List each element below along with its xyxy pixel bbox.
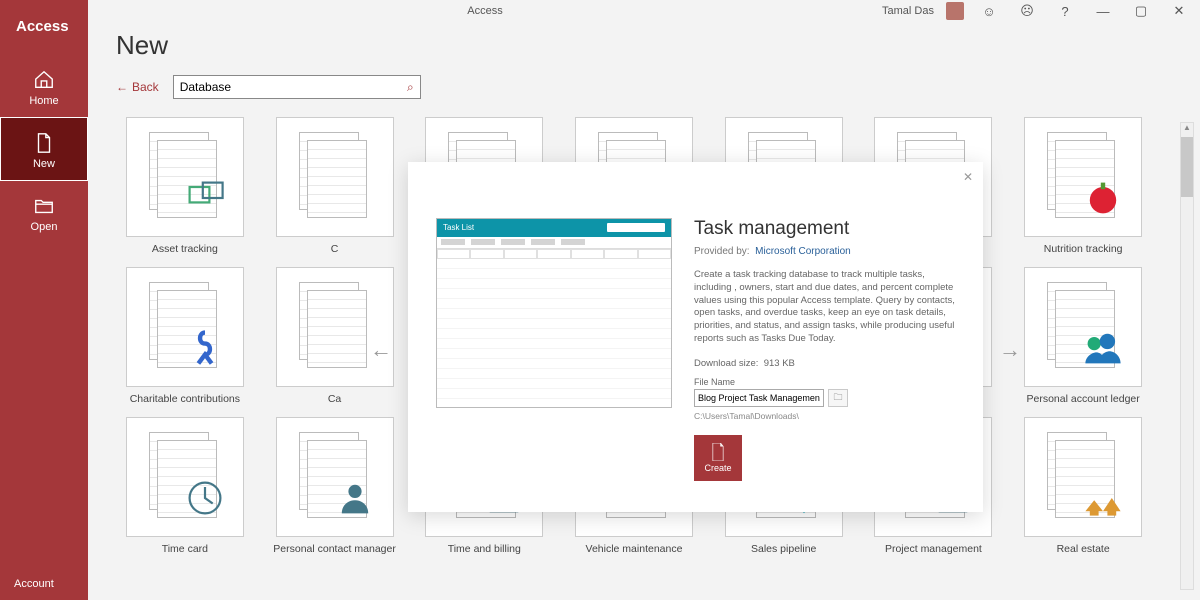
modal-close-button[interactable]: ✕ xyxy=(963,170,973,184)
sidebar-item-home[interactable]: Home xyxy=(0,55,88,117)
filename-label: File Name xyxy=(694,377,955,387)
filename-input[interactable] xyxy=(694,389,824,407)
modal-description: Create a task tracking database to track… xyxy=(694,269,955,346)
modal-title: Task management xyxy=(694,218,955,240)
app-brand: Access xyxy=(0,0,88,55)
next-template-button[interactable]: → xyxy=(997,337,1023,363)
create-file-icon xyxy=(710,443,726,461)
modal-overlay: ✕ ← → Task List Task management Provided… xyxy=(88,0,1200,600)
sidebar-item-new[interactable]: New xyxy=(0,117,88,181)
template-detail-modal: ✕ ← → Task List Task management Provided… xyxy=(408,162,983,512)
folder-open-icon xyxy=(33,195,55,217)
provided-by: Provided by: Microsoft Corporation xyxy=(694,246,955,257)
prev-template-button[interactable]: ← xyxy=(368,337,394,363)
create-button[interactable]: Create xyxy=(694,435,742,481)
sidebar: Access Home New Open Account xyxy=(0,0,88,600)
template-preview: Task List xyxy=(436,218,672,408)
new-file-icon xyxy=(33,132,55,154)
folder-icon: 🗀 xyxy=(833,390,842,406)
download-size: Download size: 913 KB xyxy=(694,358,955,369)
home-icon xyxy=(33,69,55,91)
sidebar-item-account[interactable]: Account xyxy=(0,568,88,600)
provider-link[interactable]: Microsoft Corporation xyxy=(755,246,851,257)
browse-folder-button[interactable]: 🗀 xyxy=(828,389,848,407)
main: Access Tamal Das ☺ ☹ ? — ▢ ✕ New ← Back … xyxy=(88,0,1200,600)
sidebar-item-open[interactable]: Open xyxy=(0,181,88,243)
file-path: C:\Users\Tamal\Downloads\ xyxy=(694,411,955,421)
